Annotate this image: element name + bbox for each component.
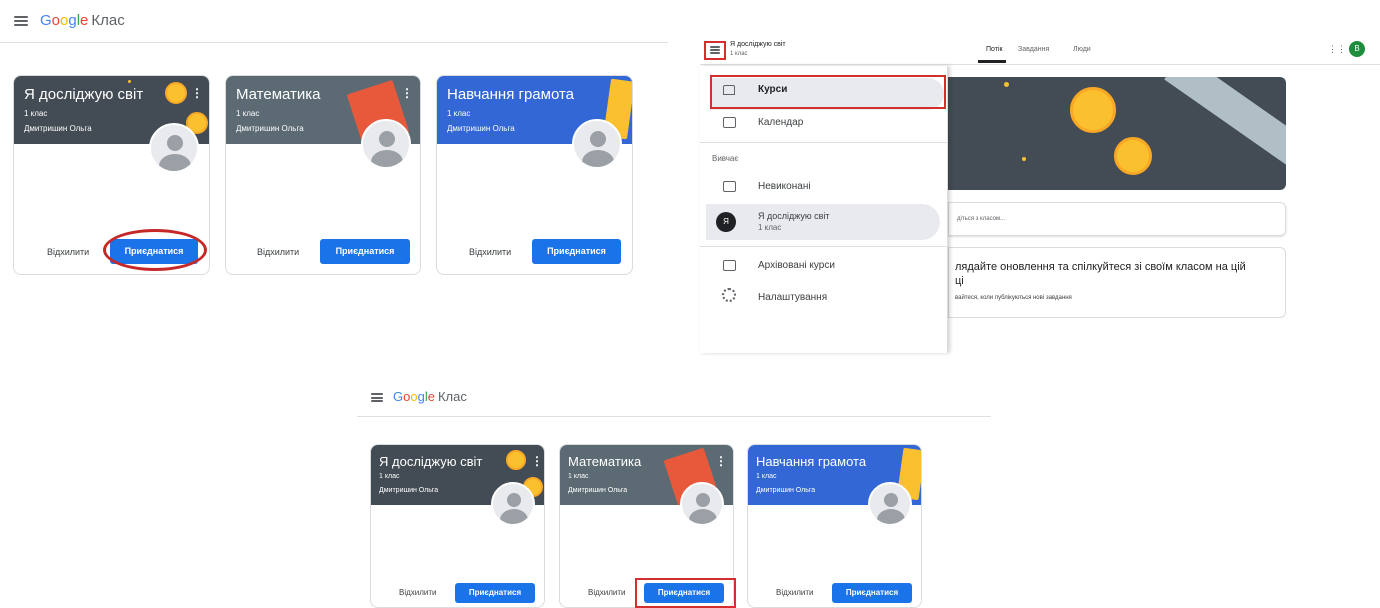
- course-title[interactable]: Математика: [568, 454, 641, 469]
- teacher-avatar: [491, 482, 535, 526]
- course-card[interactable]: Я досліджую світ 1 клас Дмитришин Ольга …: [370, 444, 545, 608]
- nav-section-studying: Вивчає: [712, 154, 739, 163]
- stream-info-card: лядайте оновлення та спілкуйтеся зі свої…: [948, 247, 1286, 318]
- course-section: 1 клас: [236, 109, 260, 118]
- google-classroom-logo: Google Клас: [393, 389, 467, 404]
- course-teacher: Дмитришин Ольга: [447, 124, 515, 133]
- announce-placeholder: діться з класом...: [957, 216, 1006, 222]
- teacher-avatar: [361, 119, 411, 169]
- teacher-avatar: [149, 123, 199, 173]
- main-menu-button[interactable]: [710, 46, 720, 54]
- course-section: 1 клас: [24, 109, 48, 118]
- nav-course-title[interactable]: Я досліджую світ: [758, 211, 830, 221]
- class-subtitle: 1 клас: [730, 51, 748, 57]
- course-title[interactable]: Математика: [236, 86, 321, 103]
- join-button[interactable]: Приєднатися: [832, 583, 912, 603]
- tab-people[interactable]: Люди: [1073, 46, 1091, 53]
- nav-todo[interactable]: Невиконані: [758, 181, 811, 192]
- stream-heading: лядайте оновлення та спілкуйтеся зі свої…: [955, 261, 1246, 273]
- gear-icon: [722, 288, 736, 302]
- course-teacher: Дмитришин Ольга: [24, 124, 92, 133]
- join-button[interactable]: Приєднатися: [320, 239, 410, 264]
- join-button[interactable]: Приєднатися: [532, 239, 621, 264]
- more-options-icon[interactable]: ⋮: [191, 87, 203, 99]
- courses-highlight: [710, 75, 946, 109]
- teacher-avatar: [868, 482, 912, 526]
- course-card[interactable]: Навчання грамота 1 клас Дмитришин Ольга …: [747, 444, 922, 608]
- decline-button[interactable]: Відхилити: [399, 588, 437, 597]
- decline-button[interactable]: Відхилити: [469, 247, 511, 257]
- more-options-icon[interactable]: ⋮: [715, 455, 727, 467]
- course-title[interactable]: Навчання грамота: [447, 86, 574, 103]
- nav-calendar[interactable]: Календар: [758, 117, 803, 128]
- calendar-icon: [723, 117, 736, 128]
- nav-course-section: 1 клас: [758, 223, 782, 232]
- archive-icon: [723, 260, 736, 271]
- course-section: 1 клас: [447, 109, 471, 118]
- tab-stream[interactable]: Потік: [986, 46, 1003, 53]
- account-avatar[interactable]: В: [1349, 41, 1365, 57]
- decline-button[interactable]: Відхилити: [776, 588, 814, 597]
- todo-icon: [723, 181, 736, 192]
- decline-button[interactable]: Відхилити: [588, 588, 626, 597]
- teacher-avatar: [680, 482, 724, 526]
- course-title[interactable]: Я досліджую світ: [379, 454, 482, 469]
- google-classroom-logo: Google Клас: [40, 12, 125, 29]
- decline-button[interactable]: Відхилити: [257, 247, 299, 257]
- course-teacher: Дмитришин Ольга: [236, 124, 304, 133]
- course-section: 1 клас: [568, 473, 589, 480]
- nav-settings[interactable]: Налаштування: [758, 292, 827, 303]
- join-button[interactable]: Приєднатися: [455, 583, 535, 603]
- course-teacher: Дмитришин Ольга: [756, 487, 816, 494]
- course-section: 1 клас: [756, 473, 777, 480]
- main-menu-button[interactable]: [14, 16, 28, 26]
- join-highlight: [103, 229, 207, 271]
- course-card[interactable]: Математика 1 клас Дмитришин Ольга ⋮ Відх…: [225, 75, 421, 275]
- course-teacher: Дмитришин Ольга: [568, 487, 628, 494]
- nav-courses[interactable]: Курси: [758, 84, 787, 95]
- class-banner: [948, 77, 1286, 190]
- stream-heading-cont: ці: [955, 275, 964, 287]
- nav-archived[interactable]: Архівовані курси: [758, 260, 835, 271]
- course-teacher: Дмитришин Ольга: [379, 487, 439, 494]
- more-options-icon[interactable]: ⋮: [401, 87, 413, 99]
- apps-icon[interactable]: ⋮⋮: [1328, 44, 1346, 55]
- course-section: 1 клас: [379, 473, 400, 480]
- navigation-drawer: Курси Календар Вивчає Невиконані Я Я дос…: [700, 66, 948, 353]
- class-title: Я досліджую світ: [730, 41, 786, 48]
- more-options-icon[interactable]: ⋮: [531, 455, 543, 467]
- stream-subtext: вайтеся, коли публікуються нові завдання: [955, 295, 1072, 301]
- main-menu-button[interactable]: [371, 393, 383, 402]
- tab-classwork[interactable]: Завдання: [1018, 46, 1049, 53]
- course-avatar: Я: [716, 212, 736, 232]
- teacher-avatar: [572, 119, 622, 169]
- course-card[interactable]: Навчання грамота 1 клас Дмитришин Ольга …: [436, 75, 633, 275]
- decline-button[interactable]: Відхилити: [47, 247, 89, 257]
- course-title[interactable]: Я досліджую світ: [24, 86, 143, 103]
- announce-box[interactable]: діться з класом...: [948, 202, 1286, 236]
- home-icon: [723, 85, 735, 95]
- course-title[interactable]: Навчання грамота: [756, 454, 866, 469]
